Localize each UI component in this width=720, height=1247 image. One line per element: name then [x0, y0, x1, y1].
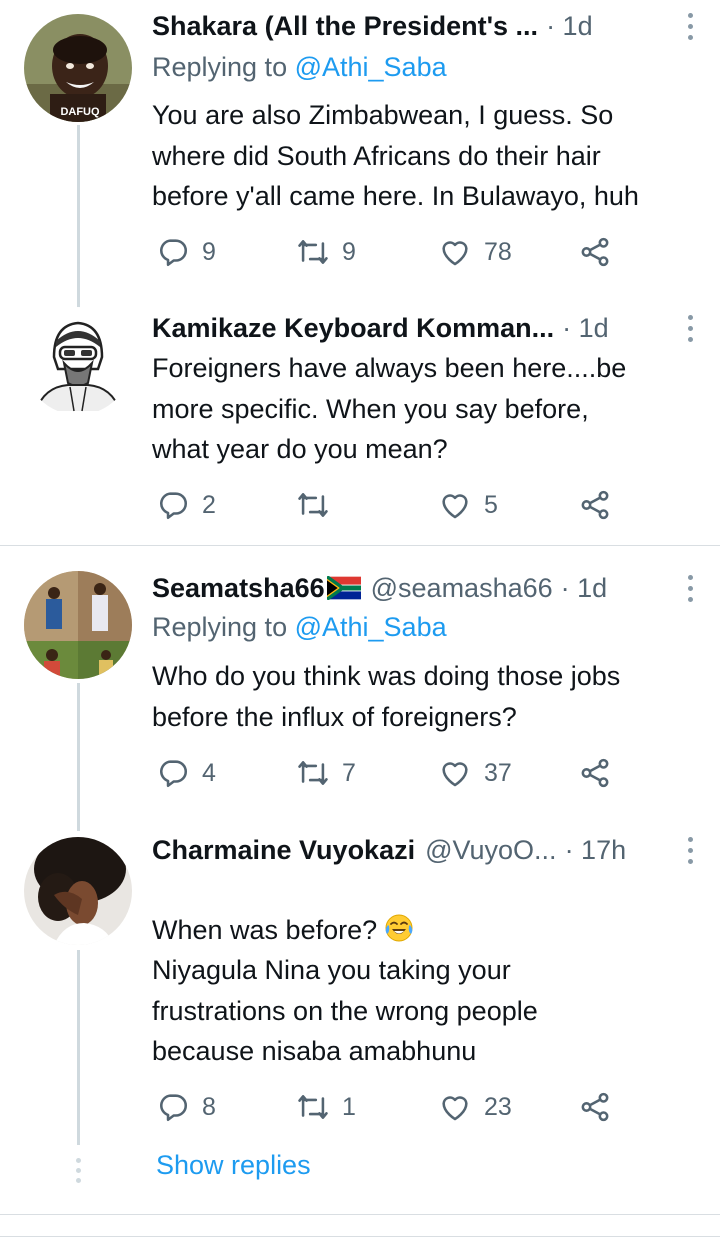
like-icon	[442, 1096, 468, 1121]
share-button[interactable]	[578, 483, 612, 527]
reply-count: 8	[202, 1092, 216, 1121]
tweet-actions: 4 7 37	[152, 751, 632, 795]
avatar-image	[24, 571, 132, 679]
tweet-header: Shakara (All the President's ... · 1d	[152, 6, 710, 46]
tweet-time[interactable]: · 17h	[565, 835, 627, 866]
reply-icon	[160, 492, 188, 520]
bottom-divider	[0, 1214, 720, 1215]
tweet-text-line1: When was before?	[152, 869, 702, 950]
author-name[interactable]: Charmaine Vuyokazi	[152, 835, 415, 866]
retweet-icon	[298, 240, 328, 264]
share-icon	[581, 237, 609, 267]
thread-line	[77, 950, 80, 1145]
author-name[interactable]: Kamikaze Keyboard Komman...	[152, 313, 554, 344]
tweet-text: You are also Zimbabwean, I guess. So whe…	[152, 100, 639, 211]
retweet-count: 9	[342, 237, 356, 266]
share-button[interactable]	[578, 230, 612, 274]
more-icon[interactable]	[680, 314, 700, 342]
retweet-icon	[298, 493, 328, 517]
like-count: 78	[484, 237, 512, 266]
more-icon[interactable]	[680, 12, 700, 40]
author-name[interactable]: Shakara (All the President's ...	[152, 11, 538, 42]
tweet-time[interactable]: · 1d	[546, 11, 593, 42]
share-button[interactable]	[578, 1085, 612, 1129]
retweet-button[interactable]: 9	[296, 230, 356, 274]
reply-button[interactable]: 4	[156, 751, 216, 795]
reply-button[interactable]: 8	[156, 1085, 216, 1129]
tweet-time[interactable]: · 1d	[561, 573, 608, 604]
author-handle[interactable]: @seamasha66	[371, 573, 553, 604]
author-handle[interactable]: @VuyoO...	[425, 835, 556, 866]
bottom-divider-2	[0, 1236, 720, 1237]
retweet-button[interactable]	[296, 483, 342, 527]
like-icon	[442, 494, 468, 519]
avatar[interactable]: DAFUQ	[24, 14, 132, 122]
thread-line	[77, 683, 80, 831]
more-icon[interactable]	[680, 836, 700, 864]
retweet-count: 1	[342, 1092, 356, 1121]
share-icon	[581, 490, 609, 520]
reply-icon	[160, 760, 188, 788]
reply-icon	[160, 239, 188, 267]
retweet-icon	[298, 1095, 328, 1119]
tweet-header: Kamikaze Keyboard Komman... · 1d	[152, 308, 710, 348]
replying-to: Replying to @Athi_Saba	[152, 52, 447, 83]
thread-continuation-dots	[76, 1158, 81, 1183]
avatar-caption: DAFUQ	[60, 106, 100, 118]
reply-button[interactable]: 2	[156, 483, 216, 527]
like-icon	[442, 762, 468, 787]
retweet-count: 7	[342, 758, 356, 787]
like-count: 37	[484, 758, 512, 787]
tweet-text: Foreigners have always been here....be m…	[152, 353, 627, 464]
share-icon	[581, 758, 609, 788]
thread-line	[77, 125, 80, 315]
show-replies-link[interactable]: Show replies	[156, 1150, 311, 1181]
avatar[interactable]	[24, 837, 132, 945]
tweet-actions: 9 9 78	[152, 230, 632, 274]
thread-divider	[0, 545, 720, 546]
tweet-text: Who do you think was doing those jobs be…	[152, 661, 621, 732]
tweet-text-first: When was before?	[152, 914, 378, 945]
reply-icon	[160, 1094, 188, 1122]
like-button[interactable]: 78	[438, 230, 512, 274]
tweet-header: Seamatsha66 @seamasha66 · 1d	[152, 568, 710, 608]
avatar-image: DAFUQ	[24, 14, 132, 122]
replying-to-handle[interactable]: @Athi_Saba	[295, 612, 447, 642]
share-icon	[581, 1092, 609, 1122]
author-name[interactable]: Seamatsha66	[152, 573, 325, 604]
share-button[interactable]	[578, 751, 612, 795]
avatar-image	[24, 837, 132, 945]
replying-to: Replying to @Athi_Saba	[152, 612, 447, 643]
tweet-header: Charmaine Vuyokazi @VuyoO... · 17h	[152, 830, 710, 870]
tweet-actions: 8 1 23	[152, 1085, 632, 1129]
reply-button[interactable]: 9	[156, 230, 216, 274]
more-icon[interactable]	[680, 574, 700, 602]
tweet-time[interactable]: · 1d	[562, 313, 609, 344]
avatar[interactable]	[24, 571, 132, 679]
retweet-icon	[298, 761, 328, 785]
replying-label: Replying to	[152, 52, 295, 82]
like-button[interactable]: 37	[438, 751, 512, 795]
tweet-actions: 2 5	[152, 483, 632, 527]
tweet-text: Niyagula Nina you taking your frustratio…	[152, 955, 538, 1066]
avatar[interactable]	[24, 307, 132, 415]
reply-count: 2	[202, 490, 216, 519]
like-count: 5	[484, 490, 498, 519]
replying-label: Replying to	[152, 612, 295, 642]
like-count: 23	[484, 1092, 512, 1121]
like-icon	[442, 241, 468, 266]
tears-of-joy-emoji-icon	[385, 914, 413, 941]
reply-count: 4	[202, 758, 216, 787]
retweet-button[interactable]: 1	[296, 1085, 356, 1129]
like-button[interactable]: 5	[438, 483, 498, 527]
replying-to-handle[interactable]: @Athi_Saba	[295, 52, 447, 82]
avatar-image	[24, 307, 132, 415]
reply-count: 9	[202, 237, 216, 266]
south-africa-flag-icon	[326, 576, 361, 600]
like-button[interactable]: 23	[438, 1085, 512, 1129]
retweet-button[interactable]: 7	[296, 751, 356, 795]
